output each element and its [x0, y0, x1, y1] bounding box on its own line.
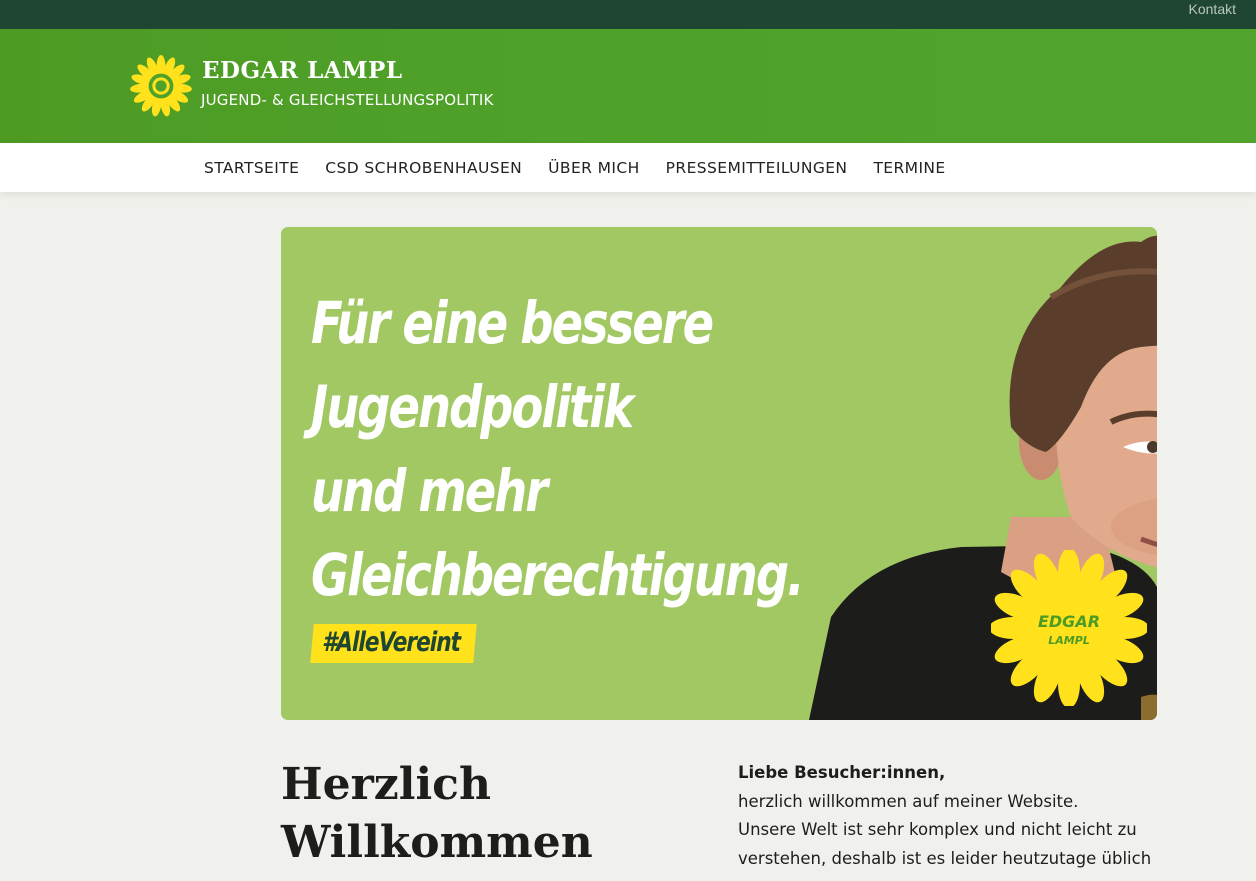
intro-line-1: herzlich willkommen auf meiner Website. [738, 791, 1079, 811]
badge-name-2: LAMPL [1048, 634, 1090, 647]
hashtag-badge: #AlleVereint [310, 624, 477, 663]
site-title[interactable]: EDGAR LAMPL [202, 57, 403, 84]
hero-headline-line-1: Für eine bessere [311, 289, 714, 357]
nav-item-pressemitteilungen[interactable]: PRESSEMITTEILUNGEN [666, 159, 848, 177]
intro-text: Liebe Besucher:innen, herzlich willkomme… [738, 759, 1158, 873]
site-subtitle: JUGEND- & GLEICHSTELLUNGSPOLITIK [201, 91, 494, 109]
top-bar: Kontakt [0, 0, 1256, 29]
main-navigation: STARTSEITE CSD SCHROBENHAUSEN ÜBER MICH … [0, 143, 1256, 192]
welcome-heading-line-2: Willkommen [281, 817, 593, 868]
hero-headline-line-4: Gleichberechtigung. [311, 541, 805, 609]
welcome-heading: Herzlich Willkommen [281, 756, 593, 872]
hero-headline-line-3: und mehr [311, 457, 548, 525]
badge-name-1: EDGAR [1038, 612, 1100, 631]
hashtag-text: #AlleVereint [321, 627, 461, 658]
welcome-heading-line-1: Herzlich [281, 759, 491, 810]
hero-headline-line-2: Jugendpolitik [311, 373, 634, 441]
nav-item-startseite[interactable]: STARTSEITE [204, 159, 299, 177]
hero-banner: Für eine bessere Jugendpolitik und mehr … [281, 227, 1157, 720]
intro-line-2: Unsere Welt ist sehr komplex und nicht l… [738, 820, 1137, 839]
kontakt-link[interactable]: Kontakt [1189, 1, 1236, 17]
nav-item-ueber-mich[interactable]: ÜBER MICH [548, 159, 640, 177]
sunflower-badge-icon: EDGAR LAMPL [991, 550, 1147, 706]
intro-greeting: Liebe Besucher:innen, [738, 763, 946, 782]
nav-item-termine[interactable]: TERMINE [873, 159, 945, 177]
intro-line-3: verstehen, deshalb ist es leider heutzut… [738, 848, 1152, 868]
nav-item-csd-schrobenhausen[interactable]: CSD SCHROBENHAUSEN [325, 159, 522, 177]
site-header: EDGAR LAMPL JUGEND- & GLEICHSTELLUNGSPOL… [0, 29, 1256, 143]
sunflower-icon[interactable] [130, 55, 192, 117]
